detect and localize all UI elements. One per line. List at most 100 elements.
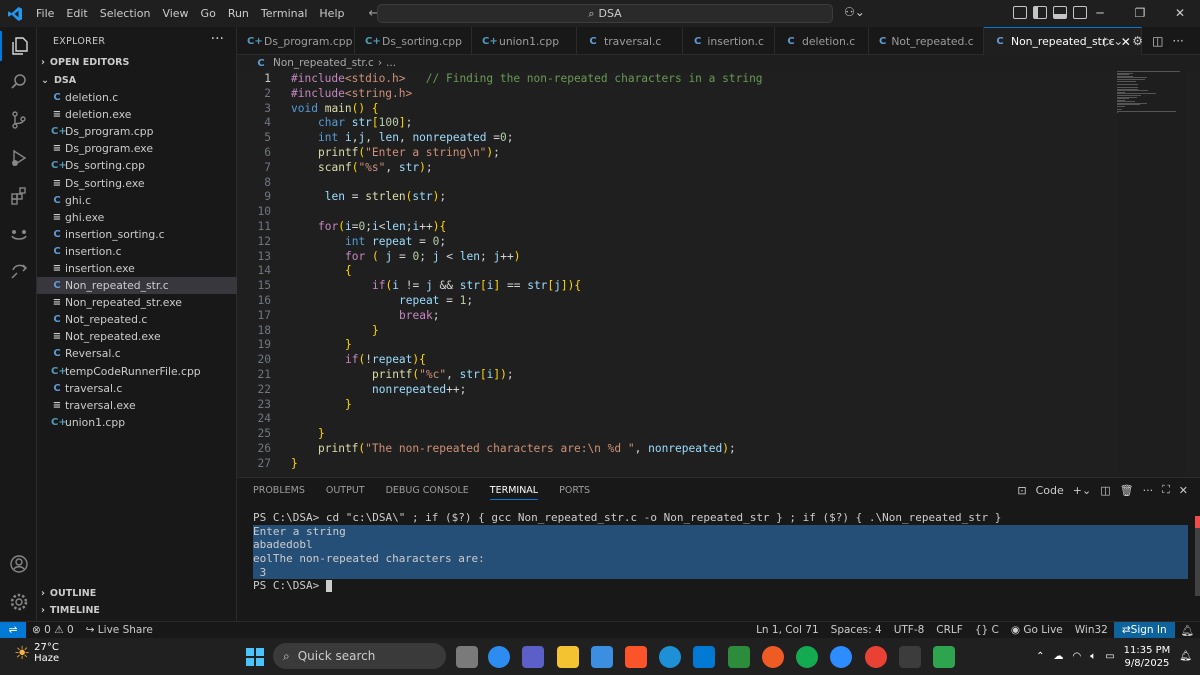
code-line[interactable]: 19 } <box>237 338 352 353</box>
terminal-profile[interactable]: Code <box>1036 484 1064 497</box>
file-item[interactable]: ≡ Ds_sorting.exe <box>37 174 237 191</box>
remote-indicator-icon[interactable]: ⇌ <box>0 621 26 639</box>
menu-item-view[interactable]: View <box>156 0 194 27</box>
code-line[interactable]: 20 if(!repeat){ <box>237 353 426 368</box>
customize-layout-icon[interactable] <box>1013 6 1027 19</box>
breadcrumb-symbol[interactable]: ... <box>386 57 396 69</box>
line-ending[interactable]: CRLF <box>930 624 969 636</box>
code-line[interactable]: 23 } <box>237 398 352 413</box>
file-item[interactable]: ≡ insertion.exe <box>37 260 237 277</box>
code-line[interactable]: 22 nonrepeated++; <box>237 383 467 398</box>
command-center-search[interactable]: ⌕ DSA <box>377 4 833 23</box>
panel-tab-problems[interactable]: PROBLEMS <box>253 485 305 500</box>
more-actions-icon[interactable]: ··· <box>211 31 224 47</box>
toggle-panel-icon[interactable] <box>1053 6 1067 19</box>
weather-widget[interactable]: ☀ 27°C Haze <box>14 642 59 664</box>
store-icon[interactable] <box>591 646 613 668</box>
file-explorer-icon[interactable] <box>557 646 579 668</box>
mongodb-compass-icon[interactable] <box>796 646 818 668</box>
encoding[interactable]: UTF-8 <box>888 624 931 636</box>
new-terminal-icon[interactable]: +⌄ <box>1073 484 1091 497</box>
sign-in-button[interactable]: ⇄ Sign In <box>1113 621 1175 639</box>
live-share-icon[interactable] <box>0 257 37 287</box>
code-line[interactable]: 1 #include<stdio.h> // Finding the non-re… <box>237 72 762 87</box>
kill-terminal-icon[interactable]: 🗑 <box>1120 484 1134 497</box>
wifi-icon[interactable]: ◠ <box>1072 651 1081 662</box>
file-item[interactable]: ≡ ghi.exe <box>37 209 237 226</box>
editor-tab[interactable]: Cinsertion.c <box>683 27 775 55</box>
postman-icon[interactable] <box>762 646 784 668</box>
language-mode[interactable]: {} C <box>969 624 1005 636</box>
code-line[interactable]: 25 } <box>237 427 325 442</box>
accounts-icon[interactable] <box>0 549 37 579</box>
file-item[interactable]: Cdeletion.c <box>37 89 237 106</box>
code-line[interactable]: 4 char str[100]; <box>237 116 412 131</box>
panel-tab-terminal[interactable]: TERMINAL <box>489 485 539 500</box>
extensions-icon[interactable] <box>0 181 37 211</box>
task-view-icon[interactable] <box>456 646 478 668</box>
open-editors-section[interactable]: › OPEN EDITORS <box>41 57 129 68</box>
close-panel-icon[interactable]: ✕ <box>1179 484 1188 497</box>
code-line[interactable]: 14 { <box>237 264 352 279</box>
editor-tab[interactable]: Cdeletion.c <box>775 27 869 55</box>
code-line[interactable]: 15 if(i != j && str[i] == str[j]){ <box>237 279 582 294</box>
menu-item-go[interactable]: Go <box>195 0 222 27</box>
platform[interactable]: Win32 <box>1069 624 1114 636</box>
code-line[interactable]: 11 for(i=0;i<len;i++){ <box>237 220 447 235</box>
code-line[interactable]: 3 void main() { <box>237 102 378 117</box>
file-item[interactable]: C+ Ds_program.cpp <box>37 123 237 140</box>
code-line[interactable]: 6 printf("Enter a string\n"); <box>237 146 500 161</box>
more-icon[interactable]: ··· <box>1143 484 1154 497</box>
cursor-position[interactable]: Ln 1, Col 71 <box>750 624 825 636</box>
code-line[interactable]: 13 for ( j = 0; j < len; j++) <box>237 250 521 265</box>
terminal[interactable]: PS C:\DSA> cd "c:\DSA\" ; if ($?) { gcc … <box>253 511 1188 593</box>
code-line[interactable]: 27} <box>237 457 298 472</box>
editor-tab[interactable]: C+ Ds_sorting.cpp <box>355 27 472 55</box>
volume-icon[interactable]: 🔈︎ <box>1090 651 1096 662</box>
file-item[interactable]: ≡ Non_repeated_str.exe <box>37 294 237 311</box>
file-item[interactable]: C Non_repeated_str.c <box>37 277 237 295</box>
explorer-icon[interactable] <box>0 31 37 61</box>
close-window-icon[interactable]: ✕ <box>1160 0 1200 27</box>
editor-tab[interactable]: Ctraversal.c <box>577 27 683 55</box>
copilot-app-icon[interactable] <box>488 646 510 668</box>
minimize-icon[interactable]: ─ <box>1080 0 1120 27</box>
source-control-icon[interactable] <box>0 105 37 135</box>
code-line[interactable]: 24 <box>237 412 271 427</box>
panel-tab-output[interactable]: OUTPUT <box>326 485 365 500</box>
code-line[interactable]: 18 } <box>237 324 379 339</box>
file-item[interactable]: C+ tempCodeRunnerFile.cpp <box>37 363 237 380</box>
code-line[interactable]: 2 #include<string.h> <box>237 87 412 102</box>
editor-tab[interactable]: C+ union1.cpp <box>472 27 577 55</box>
live-share-status[interactable]: ↪ Live Share <box>80 624 159 636</box>
minimap[interactable] <box>1117 71 1187 116</box>
terminal-scrollbar[interactable] <box>1195 516 1200 596</box>
code-editor[interactable]: 1 #include<stdio.h> // Finding the non-re… <box>237 71 1117 476</box>
code-line[interactable]: 17 break; <box>237 309 440 324</box>
search-icon[interactable] <box>0 67 37 97</box>
panel-tab-debug-console[interactable]: DEBUG CONSOLE <box>386 485 469 500</box>
breadcrumb-file[interactable]: Non_repeated_str.c <box>273 57 374 69</box>
editor-scrollbar[interactable] <box>1187 71 1200 476</box>
panel-tab-ports[interactable]: PORTS <box>559 485 590 500</box>
vscode-taskbar-icon[interactable] <box>693 646 715 668</box>
zoom-icon[interactable] <box>830 646 852 668</box>
onedrive-icon[interactable]: ☁ <box>1053 651 1063 662</box>
file-item[interactable]: Cinsertion_sorting.c <box>37 226 237 243</box>
code-line[interactable]: 26 printf("The non-repeated characters a… <box>237 442 736 457</box>
file-item[interactable]: C+ Ds_sorting.cpp <box>37 157 237 174</box>
file-item[interactable]: ≡ Not_repeated.exe <box>37 328 237 345</box>
go-live-button[interactable]: ◉ Go Live <box>1005 624 1069 636</box>
indentation[interactable]: Spaces: 4 <box>825 624 888 636</box>
outline-section[interactable]: › OUTLINE <box>41 588 96 599</box>
toggle-primary-sidebar-icon[interactable] <box>1033 6 1047 19</box>
settings-icon[interactable]: ⚙ <box>1132 34 1143 48</box>
settings-gear-icon[interactable] <box>0 587 37 617</box>
clock[interactable]: 11:35 PM 9/8/2025 <box>1124 644 1171 670</box>
show-hidden-icons-icon[interactable]: ⌃ <box>1036 651 1044 662</box>
run-debug-icon[interactable] <box>0 143 37 173</box>
file-item[interactable]: ≡ Ds_program.exe <box>37 140 237 157</box>
more-icon[interactable]: ··· <box>1172 34 1183 48</box>
menu-item-help[interactable]: Help <box>313 0 350 27</box>
code-line[interactable]: 21 printf("%c", str[i]); <box>237 368 514 383</box>
